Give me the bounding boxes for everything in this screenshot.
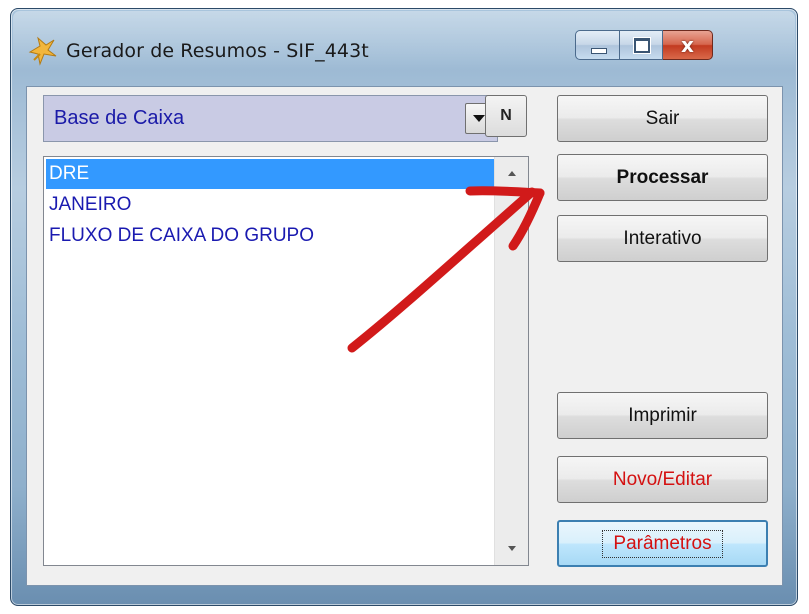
- new-n-button[interactable]: N: [485, 95, 527, 137]
- processar-label: Processar: [616, 166, 709, 188]
- client-area: Base de Caixa N DRE JANEIRO FLUXO DE CAI…: [26, 86, 783, 586]
- novo-editar-label: Novo/Editar: [612, 468, 713, 490]
- maximize-icon: [634, 38, 650, 53]
- window-title: Gerador de Resumos - SIF_443t: [66, 40, 369, 62]
- scroll-up-button[interactable]: [495, 157, 528, 190]
- list-item-fluxo-de-caixa[interactable]: FLUXO DE CAIXA DO GRUPO: [46, 221, 314, 251]
- novo-editar-button[interactable]: Novo/Editar: [557, 456, 768, 503]
- scroll-up-icon: [507, 171, 516, 176]
- maximize-button[interactable]: [620, 30, 663, 60]
- imprimir-button[interactable]: Imprimir: [557, 392, 768, 439]
- app-logo-icon: [28, 36, 57, 66]
- interativo-label: Interativo: [623, 227, 702, 249]
- minimize-icon: [591, 48, 607, 54]
- list-item-dre[interactable]: DRE: [46, 159, 501, 189]
- scroll-down-button[interactable]: [495, 532, 528, 565]
- list-item-janeiro[interactable]: JANEIRO: [46, 190, 131, 220]
- combo-value: Base de Caixa: [54, 107, 185, 129]
- interativo-button[interactable]: Interativo: [557, 215, 768, 262]
- summary-listbox[interactable]: DRE JANEIRO FLUXO DE CAIXA DO GRUPO: [43, 156, 529, 566]
- sair-button[interactable]: Sair: [557, 95, 768, 142]
- minimize-button[interactable]: [575, 30, 620, 60]
- scroll-down-icon: [507, 546, 516, 551]
- dropdown-arrow-icon: [473, 115, 485, 122]
- close-icon: x: [681, 33, 694, 57]
- caption-buttons: x: [575, 30, 713, 62]
- parametros-label: Parâmetros: [602, 529, 723, 558]
- vertical-scrollbar[interactable]: [494, 157, 528, 565]
- close-button[interactable]: x: [663, 30, 713, 60]
- processar-button[interactable]: Processar: [557, 154, 768, 201]
- base-combobox[interactable]: Base de Caixa: [43, 95, 498, 142]
- sair-label: Sair: [645, 107, 680, 129]
- parametros-button[interactable]: Parâmetros: [557, 520, 768, 567]
- imprimir-label: Imprimir: [628, 404, 697, 426]
